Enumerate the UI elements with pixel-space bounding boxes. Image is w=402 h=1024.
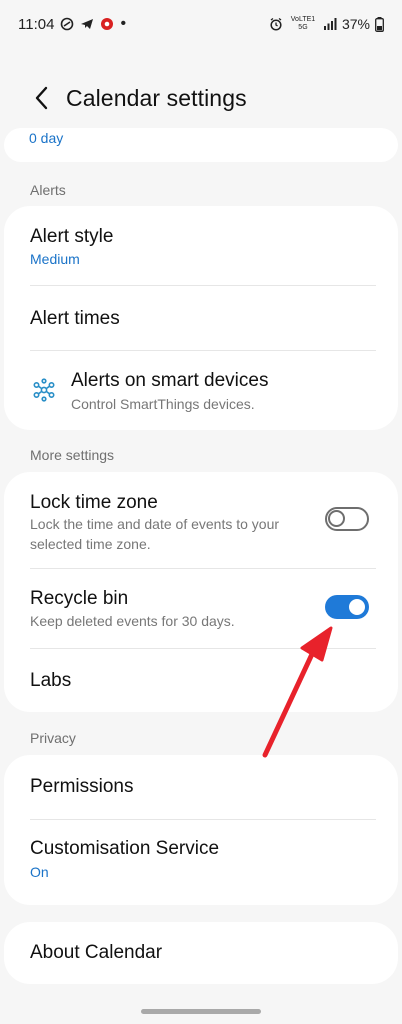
lock-time-zone-subtitle-2: selected time zone. (30, 536, 151, 552)
recycle-bin-title: Recycle bin (30, 588, 129, 609)
alerts-card: Alert style Medium Alert times Alerts on… (4, 206, 398, 430)
recycle-bin-subtitle: Keep deleted events for 30 days. (30, 613, 235, 629)
more-settings-card: Lock time zone Lock the time and date of… (4, 472, 398, 712)
recycle-bin-row[interactable]: Recycle bin Keep deleted events for 30 d… (4, 569, 398, 647)
more-notifications-dot: • (120, 15, 127, 32)
top-card-value[interactable]: 0 day (29, 130, 63, 146)
network-type-label: VoLTE1 5G (290, 16, 316, 31)
app-header: Calendar settings (0, 70, 402, 126)
alert-style-row[interactable]: Alert style Medium (4, 206, 398, 284)
smart-devices-title: Alerts on smart devices (71, 370, 269, 391)
status-right: VoLTE1 5G 37% (269, 16, 384, 32)
permissions-title: Permissions (30, 776, 134, 797)
signal-icon (323, 18, 337, 30)
section-label-privacy: Privacy (30, 730, 76, 746)
page-title: Calendar settings (66, 84, 247, 111)
about-calendar-title: About Calendar (30, 942, 163, 963)
labs-title: Labs (30, 670, 72, 691)
telegram-icon (81, 19, 94, 29)
section-label-alerts: Alerts (30, 182, 66, 198)
customisation-service-title: Customisation Service (30, 838, 220, 859)
status-bar: 11:04 • VoLTE1 5G 37% (0, 0, 402, 48)
labs-row[interactable]: Labs (4, 649, 398, 711)
alert-style-value: Medium (30, 251, 80, 267)
smartthings-icon (33, 378, 55, 402)
notification-app-icon (101, 18, 114, 30)
customisation-service-row[interactable]: Customisation Service On (4, 820, 398, 904)
lock-time-zone-toggle[interactable] (325, 507, 369, 531)
chevron-left-icon (35, 86, 48, 110)
alert-times-title: Alert times (30, 308, 120, 329)
toggle-knob (328, 510, 345, 527)
top-settings-card: 0 day (4, 128, 398, 162)
back-button[interactable] (18, 74, 66, 122)
status-left: 11:04 • (18, 15, 126, 33)
smart-devices-subtitle: Control SmartThings devices. (71, 396, 255, 412)
smart-devices-row[interactable]: Alerts on smart devices Control SmartThi… (4, 351, 398, 429)
alarm-icon (270, 17, 282, 31)
lock-time-zone-subtitle-1: Lock the time and date of events to your (30, 516, 280, 532)
battery-percent: 37% (341, 16, 370, 32)
status-time: 11:04 (18, 15, 55, 33)
about-calendar-row[interactable]: About Calendar (4, 922, 398, 984)
navigation-handle[interactable] (141, 1009, 261, 1014)
lock-time-zone-row[interactable]: Lock time zone Lock the time and date of… (4, 472, 398, 568)
privacy-card: Permissions Customisation Service On (4, 755, 398, 905)
recycle-bin-toggle[interactable] (325, 595, 369, 619)
battery-icon (375, 16, 384, 32)
about-card: About Calendar (4, 922, 398, 984)
lock-time-zone-title: Lock time zone (30, 492, 158, 513)
customisation-service-value: On (30, 864, 49, 880)
sync-icon (61, 17, 74, 31)
section-label-more-settings: More settings (30, 447, 115, 463)
alert-style-title: Alert style (30, 226, 114, 247)
alert-times-row[interactable]: Alert times (4, 286, 398, 350)
toggle-knob (347, 597, 367, 617)
permissions-row[interactable]: Permissions (4, 755, 398, 819)
